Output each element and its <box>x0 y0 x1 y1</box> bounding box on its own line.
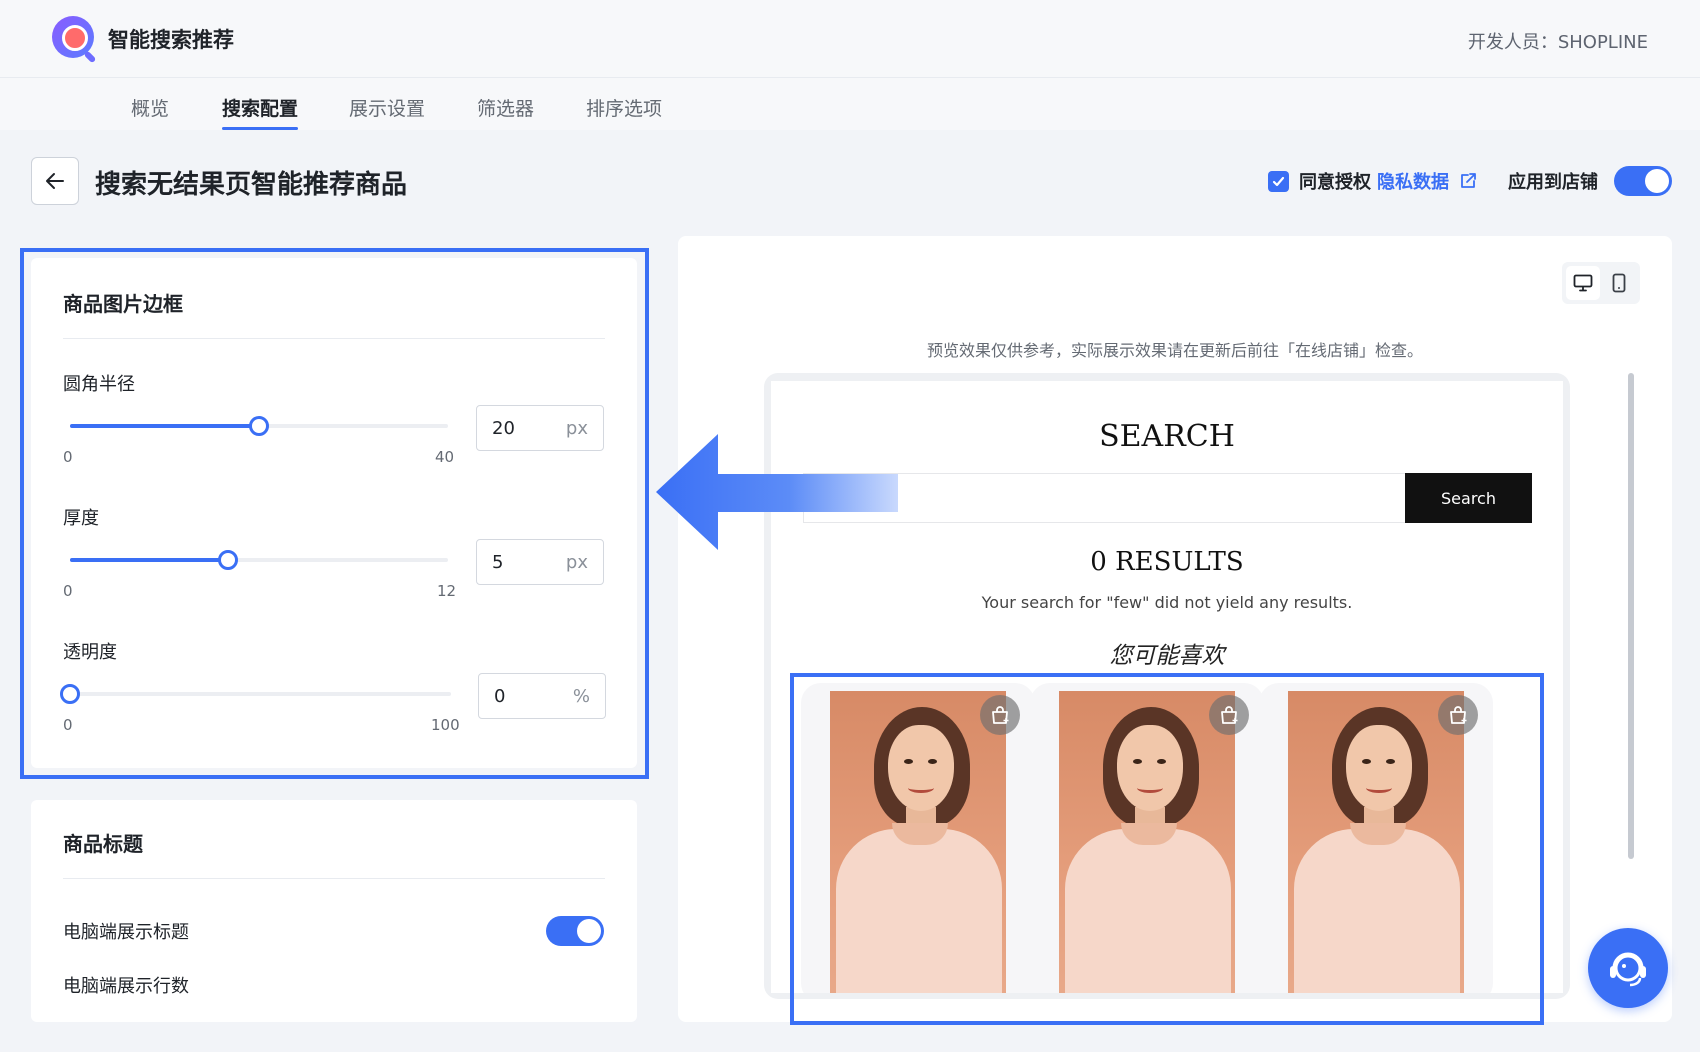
products-highlight <box>790 673 1544 1025</box>
consent-label: 同意授权 <box>1299 172 1371 193</box>
tab-filters[interactable]: 筛选器 <box>477 94 534 121</box>
customer-support-button[interactable] <box>1588 928 1668 1008</box>
developer-label: 开发人员：SHOPLINE <box>1467 32 1648 53</box>
nav-bar: 概览 搜索配置 展示设置 筛选器 排序选项 <box>0 78 1700 130</box>
title-card-title: 商品标题 <box>63 832 143 856</box>
card-divider <box>63 878 605 879</box>
back-button[interactable] <box>31 157 79 205</box>
desktop-rows-label: 电脑端展示行数 <box>63 976 189 997</box>
page-title: 搜索无结果页智能推荐商品 <box>95 170 408 200</box>
tab-search-config[interactable]: 搜索配置 <box>222 94 298 121</box>
desktop-preview-button[interactable] <box>1566 266 1600 300</box>
apply-to-store-toggle[interactable] <box>1614 166 1672 196</box>
store-search-button[interactable]: Search <box>1405 473 1532 523</box>
arrow-left-icon <box>46 173 64 189</box>
product-title-card: 商品标题 电脑端展示标题 电脑端展示行数 <box>31 800 637 1022</box>
app-logo-icon <box>52 16 97 64</box>
active-tab-indicator <box>222 127 298 130</box>
device-toggle <box>1562 262 1640 304</box>
desktop-show-title-toggle[interactable] <box>546 916 604 946</box>
toggle-knob <box>577 919 601 943</box>
consent-checkbox[interactable] <box>1268 170 1289 192</box>
top-bar: 智能搜索推荐 开发人员：SHOPLINE <box>0 0 1700 78</box>
tab-overview[interactable]: 概览 <box>131 94 169 121</box>
arrow-left-icon <box>656 434 898 550</box>
preview-note: 预览效果仅供参考，实际展示效果请在更新后前往「在线店铺」检查。 <box>926 341 1423 360</box>
consent-group: 同意授权 隐私数据 <box>1268 168 1477 194</box>
mobile-preview-button[interactable] <box>1602 266 1636 300</box>
headset-icon <box>1610 952 1646 987</box>
preview-scrollbar[interactable] <box>1628 373 1634 859</box>
tab-display-settings[interactable]: 展示设置 <box>349 94 425 121</box>
external-link-icon[interactable] <box>1459 172 1477 190</box>
desktop-show-title-label: 电脑端展示标题 <box>63 922 189 943</box>
results-message: Your search for "few" did not yield any … <box>981 593 1353 612</box>
privacy-data-link[interactable]: 隐私数据 <box>1377 168 1449 194</box>
desktop-icon <box>1573 274 1593 292</box>
check-icon <box>1272 176 1285 186</box>
toggle-knob <box>1645 169 1669 193</box>
apply-to-store-label: 应用到店铺 <box>1508 172 1598 193</box>
mobile-icon <box>1612 273 1626 293</box>
border-card-highlight <box>20 248 649 779</box>
recommend-title: 您可能喜欢 <box>1109 643 1225 669</box>
tab-sort-options[interactable]: 排序选项 <box>586 94 662 121</box>
app-title: 智能搜索推荐 <box>108 28 234 52</box>
